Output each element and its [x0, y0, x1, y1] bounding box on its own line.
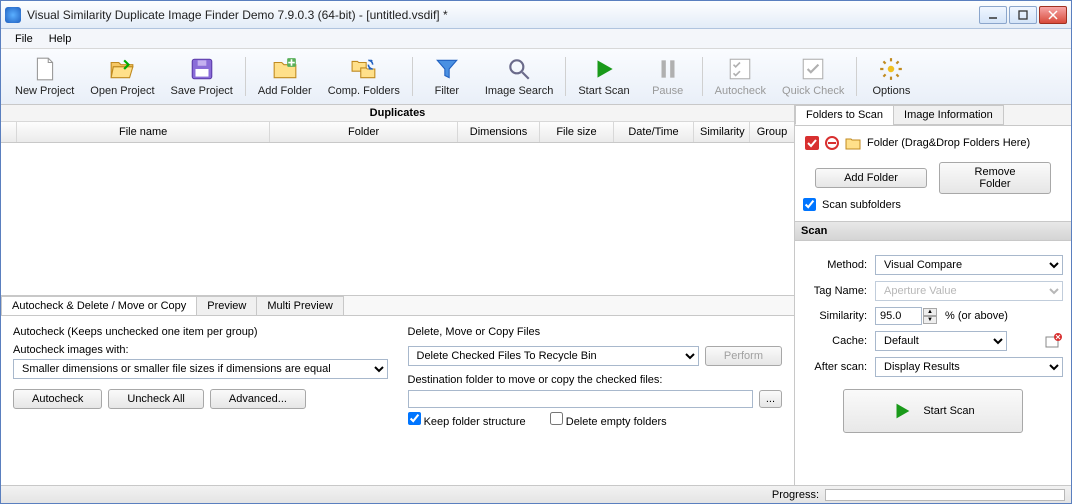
method-select[interactable]: Visual Compare	[875, 255, 1063, 275]
minimize-button[interactable]	[979, 6, 1007, 24]
tab-preview[interactable]: Preview	[196, 296, 257, 315]
perform-button[interactable]: Perform	[705, 346, 782, 366]
play-icon	[891, 400, 913, 422]
start-scan-button[interactable]: Start Scan	[570, 51, 637, 102]
add-folder-button[interactable]: Add Folder	[250, 51, 320, 102]
menubar: File Help	[1, 29, 1071, 49]
tab-multi-preview[interactable]: Multi Preview	[256, 296, 343, 315]
autocheck-criteria-label: Autocheck images with:	[13, 344, 388, 356]
add-folder-button-right[interactable]: Add Folder	[815, 168, 927, 188]
col-group[interactable]: Group	[750, 122, 794, 142]
bottom-tabs: Autocheck & Delete / Move or Copy Previe…	[1, 295, 794, 315]
folder-plus-icon	[272, 56, 298, 82]
funnel-icon	[434, 56, 460, 82]
advanced-button[interactable]: Advanced...	[210, 389, 306, 409]
tab-folders-to-scan[interactable]: Folders to Scan	[795, 105, 894, 125]
cache-select[interactable]: Default	[875, 331, 1007, 351]
delete-empty-check[interactable]: Delete empty folders	[550, 412, 667, 428]
spinner-up[interactable]: ▲	[923, 308, 937, 316]
similarity-spinner[interactable]: ▲▼	[875, 307, 937, 325]
options-button[interactable]: Options	[861, 51, 921, 102]
folder-open-icon	[109, 56, 135, 82]
new-project-button[interactable]: New Project	[7, 51, 82, 102]
folder-icon	[845, 136, 861, 150]
folder-placeholder-text: Folder (Drag&Drop Folders Here)	[867, 137, 1030, 149]
titlebar: Visual Similarity Duplicate Image Finder…	[1, 1, 1071, 29]
col-file-name[interactable]: File name	[17, 122, 270, 142]
dest-folder-input[interactable]	[408, 390, 753, 408]
maximize-button[interactable]	[1009, 6, 1037, 24]
statusbar: Progress:	[1, 485, 1071, 503]
autocheck-hint: Autocheck (Keeps unchecked one item per …	[13, 326, 388, 338]
start-scan-big-button[interactable]: Start Scan	[843, 389, 1023, 433]
similarity-label: Similarity:	[803, 310, 875, 322]
play-icon	[591, 56, 617, 82]
pause-button[interactable]: Pause	[638, 51, 698, 102]
similarity-suffix: % (or above)	[945, 310, 1008, 322]
file-icon	[32, 56, 58, 82]
comp-folders-button[interactable]: Comp. Folders	[320, 51, 408, 102]
browse-button[interactable]: ...	[759, 390, 782, 408]
action-panel: Delete, Move or Copy Files Delete Checke…	[402, 322, 789, 479]
gear-icon	[878, 56, 904, 82]
dest-label: Destination folder to move or copy the c…	[408, 374, 783, 386]
tab-image-information[interactable]: Image Information	[893, 105, 1004, 125]
folders-sync-icon	[351, 56, 377, 82]
progress-bar	[825, 489, 1065, 501]
clear-cache-icon[interactable]	[1045, 333, 1063, 349]
remove-folder-button[interactable]: Remove Folder	[939, 162, 1051, 194]
autocheck-panel: Autocheck (Keeps unchecked one item per …	[7, 322, 394, 479]
checklist-icon	[727, 56, 753, 82]
scan-header: Scan	[795, 221, 1071, 241]
after-scan-label: After scan:	[803, 361, 875, 373]
cache-label: Cache:	[803, 335, 875, 347]
col-file-size[interactable]: File size	[540, 122, 614, 142]
app-icon	[5, 7, 21, 23]
search-icon	[506, 56, 532, 82]
tab-autocheck[interactable]: Autocheck & Delete / Move or Copy	[1, 296, 197, 315]
autocheck-button[interactable]: Autocheck	[13, 389, 102, 409]
autocheck-button-tb[interactable]: Autocheck	[707, 51, 774, 102]
uncheck-all-button[interactable]: Uncheck All	[108, 389, 203, 409]
menu-help[interactable]: Help	[41, 31, 80, 47]
keep-structure-check[interactable]: Keep folder structure	[408, 412, 526, 428]
toolbar: New Project Open Project Save Project Ad…	[1, 49, 1071, 105]
close-button[interactable]	[1039, 6, 1067, 24]
autocheck-criteria-select[interactable]: Smaller dimensions or smaller file sizes…	[13, 359, 388, 379]
action-select[interactable]: Delete Checked Files To Recycle Bin	[408, 346, 699, 366]
open-project-button[interactable]: Open Project	[82, 51, 162, 102]
grid-body[interactable]	[1, 143, 794, 295]
window-title: Visual Similarity Duplicate Image Finder…	[27, 8, 979, 22]
forbidden-icon	[825, 136, 839, 150]
spinner-down[interactable]: ▼	[923, 316, 937, 324]
check-red-icon	[805, 136, 819, 150]
after-scan-select[interactable]: Display Results	[875, 357, 1063, 377]
filter-button[interactable]: Filter	[417, 51, 477, 102]
folder-placeholder-row[interactable]: Folder (Drag&Drop Folders Here)	[803, 132, 1063, 154]
save-icon	[189, 56, 215, 82]
quick-check-button[interactable]: Quick Check	[774, 51, 852, 102]
tag-select: Aperture Value	[875, 281, 1063, 301]
col-folder[interactable]: Folder	[270, 122, 458, 142]
flash-check-icon	[800, 56, 826, 82]
progress-label: Progress:	[772, 489, 819, 501]
action-title: Delete, Move or Copy Files	[408, 326, 783, 338]
col-dimensions[interactable]: Dimensions	[458, 122, 540, 142]
grid-header: File name Folder Dimensions File size Da…	[1, 122, 794, 143]
col-similarity[interactable]: Similarity	[694, 122, 750, 142]
save-project-button[interactable]: Save Project	[163, 51, 241, 102]
image-search-button[interactable]: Image Search	[477, 51, 561, 102]
tag-label: Tag Name:	[803, 285, 875, 297]
duplicates-title: Duplicates	[1, 105, 794, 122]
pause-icon	[655, 56, 681, 82]
col-date-time[interactable]: Date/Time	[614, 122, 694, 142]
menu-file[interactable]: File	[7, 31, 41, 47]
method-label: Method:	[803, 259, 875, 271]
scan-subfolders-check[interactable]: Scan subfolders	[803, 198, 1063, 211]
